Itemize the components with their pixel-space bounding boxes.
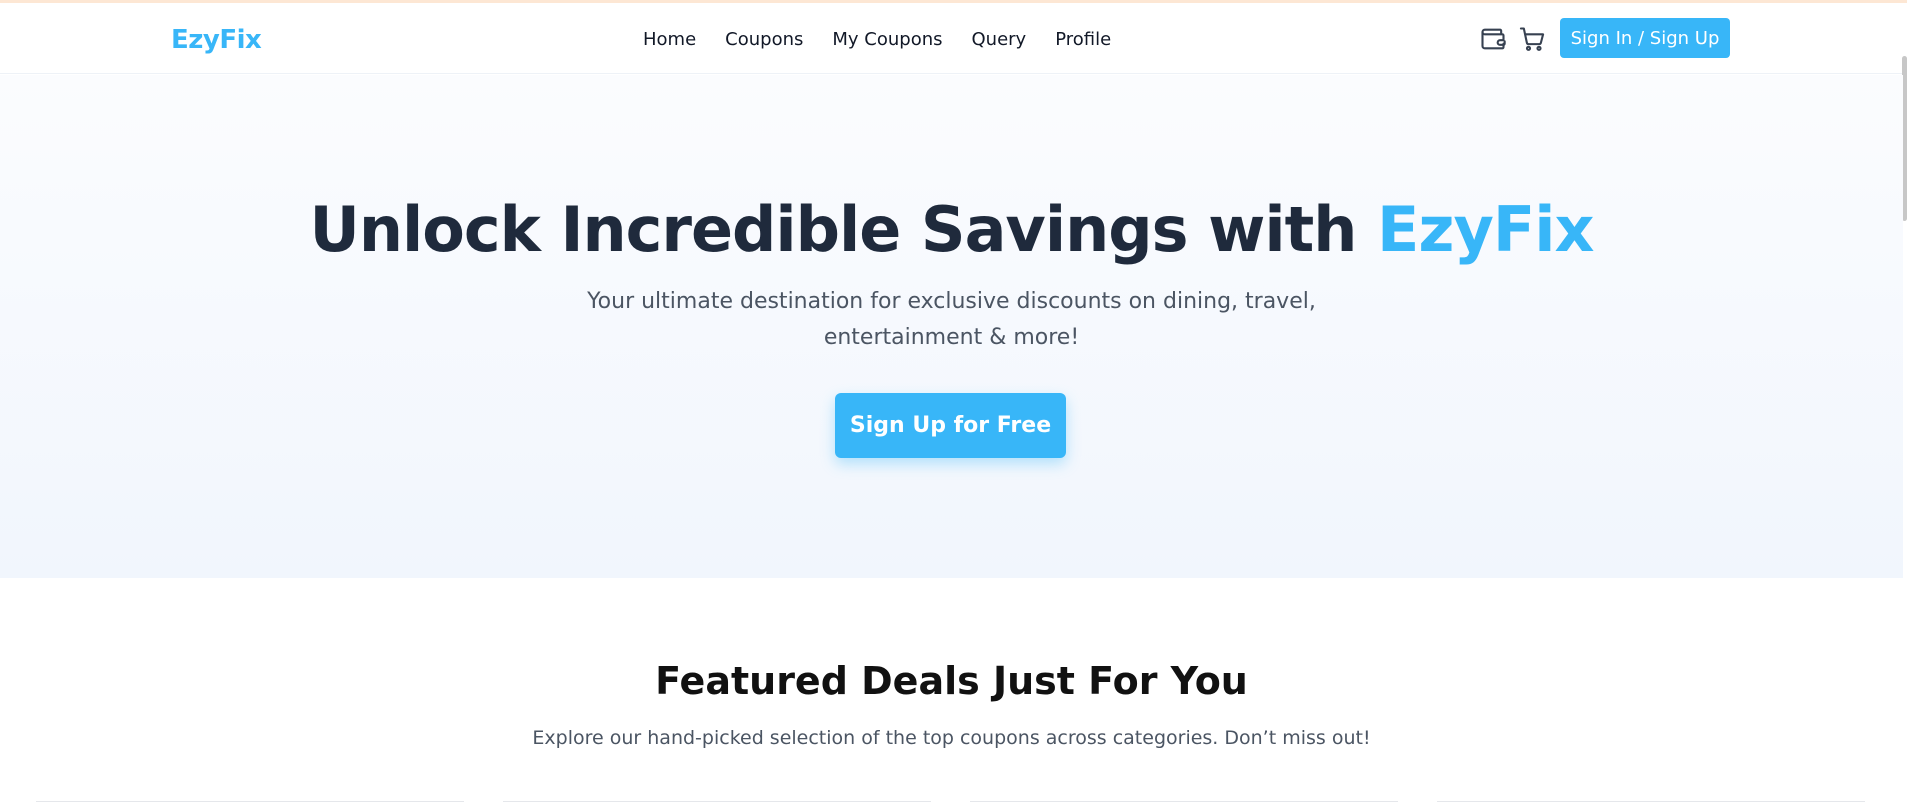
main-nav: Home Coupons My Coupons Query Profile [643, 29, 1140, 50]
featured-subtitle: Explore our hand-picked selection of the… [532, 727, 1371, 749]
nav-home[interactable]: Home [643, 29, 696, 50]
brand-logo[interactable]: EzyFix [171, 25, 262, 55]
nav-my-coupons[interactable]: My Coupons [832, 29, 942, 50]
hero-title-main: Unlock Incredible Savings with [309, 193, 1377, 266]
cart-icon[interactable] [1518, 25, 1546, 53]
sign-in-button[interactable]: Sign In / Sign Up [1560, 18, 1730, 58]
nav-profile[interactable]: Profile [1055, 29, 1111, 50]
hero-section: Unlock Incredible Savings with EzyFix Yo… [0, 75, 1903, 578]
nav-query[interactable]: Query [972, 29, 1027, 50]
hero-title: Unlock Incredible Savings with EzyFix [0, 193, 1903, 266]
navbar: EzyFix Home Coupons My Coupons Query Pro… [0, 3, 1907, 74]
wallet-icon[interactable] [1479, 25, 1507, 53]
hero-subtitle: Your ultimate destination for exclusive … [587, 289, 1316, 350]
nav-coupons[interactable]: Coupons [725, 29, 803, 50]
hero-title-accent: EzyFix [1377, 193, 1594, 266]
featured-title: Featured Deals Just For You [655, 659, 1248, 703]
signup-free-button[interactable]: Sign Up for Free [835, 393, 1066, 458]
